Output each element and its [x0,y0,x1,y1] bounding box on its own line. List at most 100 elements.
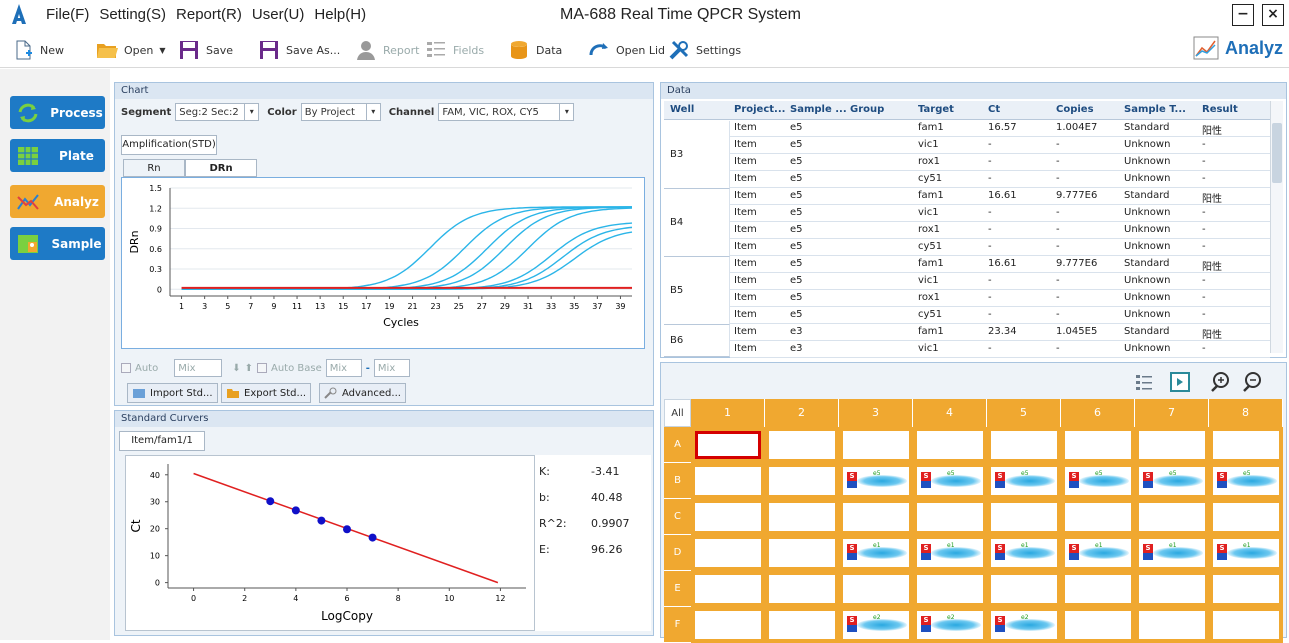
table-row[interactable]: Item e5 vic1 - - Unknown - [730,274,1270,290]
plate-well[interactable] [987,499,1061,535]
plate-well[interactable] [1209,571,1283,607]
standard-point[interactable] [343,525,351,534]
plate-well[interactable] [1061,571,1135,607]
well-group-cell[interactable]: B6 [664,325,730,357]
plate-well[interactable] [765,499,839,535]
plate-well[interactable] [765,571,839,607]
auto-checkbox[interactable] [121,363,131,373]
scroll-thumb[interactable] [1272,123,1282,183]
plate-well[interactable]: Se5 [987,463,1061,499]
plate-well[interactable]: Se5 [1135,463,1209,499]
data-button[interactable]: Data [508,38,562,62]
plate-well[interactable] [1135,607,1209,643]
open-lid-button[interactable]: Open Lid [588,38,665,62]
plate-well[interactable] [1061,499,1135,535]
plate-col-header[interactable]: 7 [1135,399,1209,427]
save-as-button[interactable]: Save As... [258,38,340,62]
table-row[interactable]: Item e5 vic1 - - Unknown - [730,206,1270,222]
plate-well[interactable] [839,571,913,607]
color-select[interactable]: By Project ▾ [300,103,381,121]
well-group-cell[interactable]: B3 [664,121,730,189]
nav-process[interactable]: Process [10,96,105,129]
plate-row-header[interactable]: A [664,427,691,463]
table-row[interactable]: Item e3 vic1 - - Unknown - [730,342,1270,358]
minimize-button[interactable]: − [1232,4,1254,26]
plate-select-all[interactable]: All [664,399,691,427]
tab-rn[interactable]: Rn [123,159,185,177]
plate-well[interactable] [691,463,765,499]
plate-well[interactable] [913,499,987,535]
table-row[interactable]: Item e5 fam1 16.61 9.777E6 Standard 阳性 [730,257,1270,273]
tab-drn[interactable]: DRn [185,159,257,177]
plate-well[interactable] [1135,571,1209,607]
col-copies[interactable]: Copies [1056,104,1094,115]
plate-well[interactable]: Se1 [1135,535,1209,571]
col-group[interactable]: Group [850,104,884,115]
up-arrow-icon[interactable]: ⬆ [245,363,253,374]
nav-analyz[interactable]: Analyz [10,185,105,218]
table-row[interactable]: Item e5 cy51 - - Unknown - [730,172,1270,188]
standard-point[interactable] [266,497,275,506]
plate-col-header[interactable]: 4 [913,399,987,427]
fields-button[interactable]: Fields [425,38,484,62]
advanced-button[interactable]: Advanced... [319,383,406,403]
mix-input-1[interactable]: Mix [174,359,223,377]
plate-well[interactable]: Se5 [1061,463,1135,499]
plate-row-header[interactable]: F [664,607,691,643]
import-std-button[interactable]: Import Std... [127,383,218,403]
plate-well[interactable] [987,427,1061,463]
plate-well[interactable] [1061,427,1135,463]
plate-well[interactable]: Se1 [839,535,913,571]
export-plate-icon[interactable] [1169,371,1191,393]
plate-well[interactable]: Se2 [913,607,987,643]
down-arrow-icon[interactable]: ⬇ [232,363,240,374]
menu-setting[interactable]: Setting(S) [99,6,166,23]
nav-plate[interactable]: Plate [10,139,105,172]
zoom-out-icon[interactable] [1241,371,1263,393]
plate-well[interactable] [691,499,765,535]
tab-item-fam1[interactable]: Item/fam1/1 [119,431,205,451]
col-project[interactable]: Project... [734,104,785,115]
plate-row-header[interactable]: B [664,463,691,499]
plate-well[interactable]: Se5 [839,463,913,499]
plate-well[interactable] [1209,499,1283,535]
table-row[interactable]: Item e3 fam1 23.34 1.045E5 Standard 阳性 [730,325,1270,341]
mix-input-2[interactable]: Mix [325,359,362,377]
data-table-scrollbar[interactable] [1270,101,1283,353]
plate-well[interactable]: Se5 [1209,463,1283,499]
plate-well[interactable] [1135,499,1209,535]
segment-select[interactable]: Seg:2 Sec:2 ▾ [175,103,260,121]
open-button[interactable]: Open ▼ [96,38,166,62]
channel-select[interactable]: FAM, VIC, ROX, CY5 ▾ [438,103,575,121]
plate-well[interactable]: Se2 [987,607,1061,643]
well-group-cell[interactable]: B4 [664,189,730,257]
standard-point[interactable] [291,506,300,515]
plate-col-header[interactable]: 8 [1209,399,1283,427]
plate-well[interactable] [691,571,765,607]
plate-row-header[interactable]: E [664,571,691,607]
plate-col-header[interactable]: 6 [1061,399,1135,427]
new-button[interactable]: New [12,38,64,62]
plate-well[interactable] [765,607,839,643]
plate-well[interactable]: Se1 [1061,535,1135,571]
nav-sample[interactable]: Sample [10,227,105,260]
table-row[interactable]: Item e5 cy51 - - Unknown - [730,240,1270,256]
standard-point[interactable] [368,533,377,542]
auto-base-checkbox[interactable] [257,363,267,373]
list-view-icon[interactable] [1135,373,1153,391]
plate-col-header[interactable]: 1 [691,399,765,427]
plate-well[interactable] [1209,607,1283,643]
col-result[interactable]: Result [1202,104,1238,115]
table-row[interactable]: Item e5 rox1 - - Unknown - [730,155,1270,171]
well-group-cell[interactable]: B5 [664,257,730,325]
zoom-in-icon[interactable] [1209,371,1231,393]
export-std-button[interactable]: Export Std... [221,383,312,403]
plate-well[interactable] [765,535,839,571]
plate-well[interactable]: Se1 [987,535,1061,571]
plate-well[interactable] [691,535,765,571]
plate-well[interactable] [839,499,913,535]
plate-well[interactable] [987,571,1061,607]
tab-amplification[interactable]: Amplification(STD) [121,135,217,155]
report-button[interactable]: Report [355,38,419,62]
menu-user[interactable]: User(U) [252,6,305,23]
